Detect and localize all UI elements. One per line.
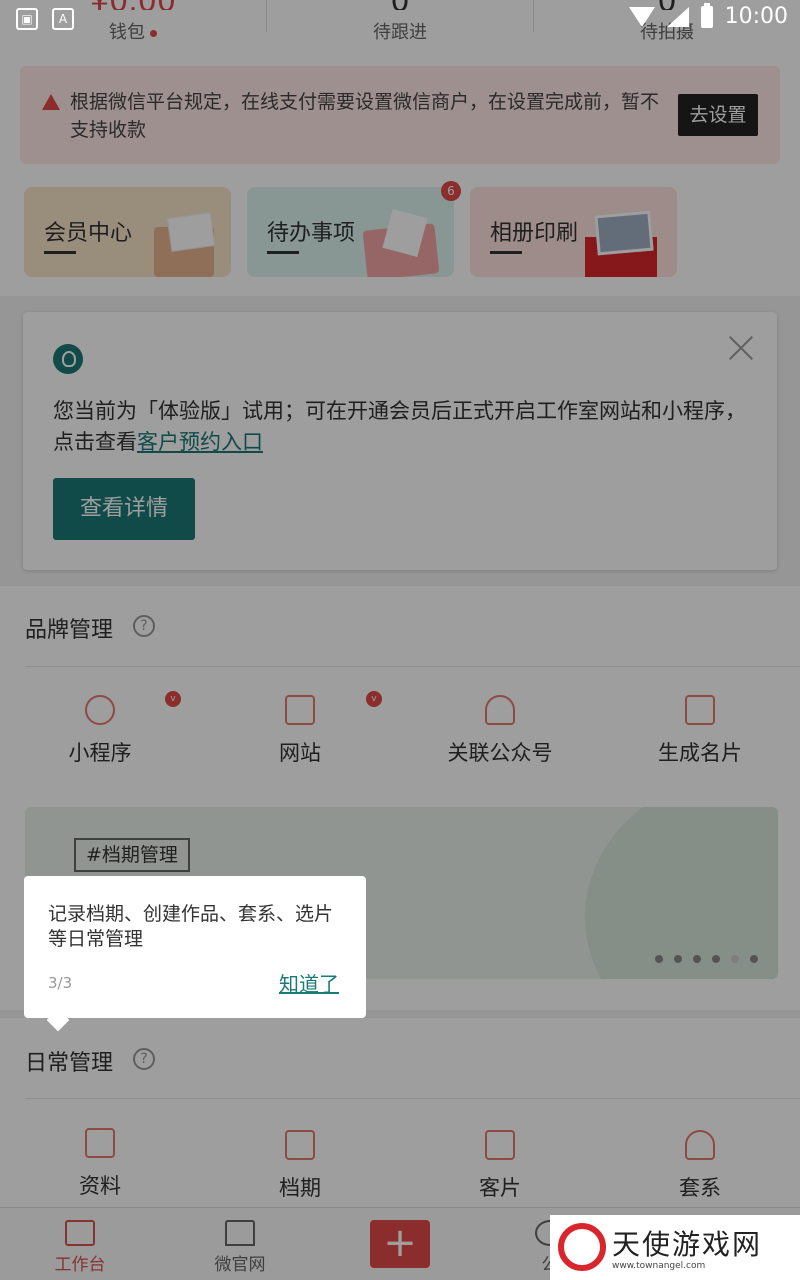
grid-label: 资料 (79, 1174, 121, 1198)
grid-label: 网站 (279, 741, 321, 765)
help-icon[interactable]: ? (133, 615, 155, 637)
nav-label: 微官网 (214, 1255, 266, 1275)
monitor-icon (65, 1220, 95, 1246)
carousel-dot[interactable] (750, 955, 758, 963)
carousel-dot-active[interactable] (731, 955, 739, 963)
card-title: 会员中心 (44, 221, 133, 246)
card-title: 待办事项 (267, 221, 356, 246)
help-icon[interactable]: ? (133, 1048, 155, 1070)
monitor-icon (285, 695, 315, 725)
grid-item-client-photos[interactable]: 客片 (400, 1130, 600, 1202)
trial-info-card: 您当前为「体验版」试用；可在开通会员后正式开启工作室网站和小程序，点击查看客户预… (23, 312, 777, 570)
section-title-daily: 日常管理 (25, 1051, 114, 1076)
carousel-dot[interactable] (674, 955, 682, 963)
card-todo[interactable]: 待办事项 (247, 187, 454, 277)
warning-icon (42, 94, 60, 110)
grid-item-official-account[interactable]: 关联公众号 (400, 695, 600, 767)
wifi-icon (628, 6, 655, 27)
grid-label: 档期 (279, 1176, 321, 1200)
grid-label: 客片 (479, 1176, 521, 1200)
watermark: 天使游戏网 www.townangel.com (550, 1215, 800, 1280)
grid-label: 关联公众号 (447, 741, 553, 765)
card-underline (490, 251, 522, 254)
watermark-logo-icon (558, 1223, 606, 1271)
divider (25, 1098, 800, 1099)
carousel-dot[interactable] (655, 955, 663, 963)
text-notification-icon: A (52, 8, 74, 30)
image-icon (485, 1130, 515, 1160)
photo-icon (594, 210, 654, 256)
carousel-dots[interactable] (655, 955, 758, 963)
card-underline (44, 251, 76, 254)
vip-badge: v (165, 691, 181, 707)
status-bar: ▣ A 10:00 (0, 0, 800, 40)
status-indicators: 10:00 (628, 2, 788, 29)
status-time: 10:00 (724, 4, 788, 29)
vip-badge: v (366, 691, 382, 707)
status-notifications: ▣ A (16, 8, 74, 30)
home-icon (225, 1220, 255, 1246)
add-button[interactable]: + (370, 1220, 430, 1268)
card-title: 相册印刷 (490, 221, 579, 246)
nav-micro-site[interactable]: 微官网 (180, 1220, 300, 1275)
profile-icon (85, 1128, 115, 1158)
booking-entry-link[interactable]: 客户预约入口 (137, 430, 263, 454)
carousel-dot[interactable] (712, 955, 720, 963)
grid-label: 小程序 (68, 741, 132, 765)
tooltip-text: 记录档期、创建作品、套系、选片等日常管理 (48, 903, 334, 950)
grid-label: 套系 (679, 1176, 721, 1200)
nav-label: 工作台 (54, 1255, 106, 1275)
signal-icon (666, 6, 689, 27)
grid-item-profile[interactable]: 资料 (0, 1128, 200, 1200)
divider (25, 666, 800, 667)
card-membership[interactable]: 会员中心 (24, 187, 231, 277)
carousel-dot[interactable] (693, 955, 701, 963)
crown-card-icon (166, 212, 216, 252)
got-it-button[interactable]: 知道了 (279, 968, 339, 997)
id-card-icon (685, 695, 715, 725)
nav-workbench[interactable]: 工作台 (20, 1220, 140, 1275)
view-details-button[interactable]: 查看详情 (53, 478, 195, 540)
grid-label: 生成名片 (658, 741, 742, 765)
user-link-icon (485, 695, 515, 725)
payment-notice: 根据微信平台规定，在线支付需要设置微信商户，在设置完成前，暂不支持收款 去设置 (20, 66, 780, 164)
calendar-icon (285, 1130, 315, 1160)
flower-icon (685, 1130, 715, 1160)
watermark-url: www.townangel.com (612, 1261, 706, 1271)
todo-count-badge: 6 (441, 181, 461, 201)
tooltip-step: 3/3 (48, 974, 73, 992)
banner-decoration (585, 807, 778, 979)
grid-item-business-card[interactable]: 生成名片 (600, 695, 800, 767)
watermark-text: 天使游戏网 (612, 1228, 763, 1261)
close-icon[interactable] (727, 334, 755, 362)
guide-tooltip: 记录档期、创建作品、套系、选片等日常管理 3/3 知道了 (24, 876, 366, 1018)
section-title-brand: 品牌管理 (25, 618, 114, 643)
setup-button[interactable]: 去设置 (678, 94, 758, 136)
banner-tag: #档期管理 (74, 838, 190, 872)
mini-program-icon (85, 695, 115, 725)
card-album-print[interactable]: 相册印刷 (470, 187, 677, 277)
lightbulb-icon (53, 344, 83, 374)
grid-item-schedule[interactable]: 档期 (200, 1130, 400, 1202)
trial-info-text: 您当前为「体验版」试用；可在开通会员后正式开启工作室网站和小程序，点击查看客户预… (53, 399, 746, 454)
notice-text: 根据微信平台规定，在线支付需要设置微信商户，在设置完成前，暂不支持收款 (70, 91, 660, 141)
grid-item-packages[interactable]: 套系 (600, 1130, 800, 1202)
battery-icon (700, 2, 713, 28)
image-notification-icon: ▣ (16, 8, 38, 30)
card-underline (267, 251, 299, 254)
